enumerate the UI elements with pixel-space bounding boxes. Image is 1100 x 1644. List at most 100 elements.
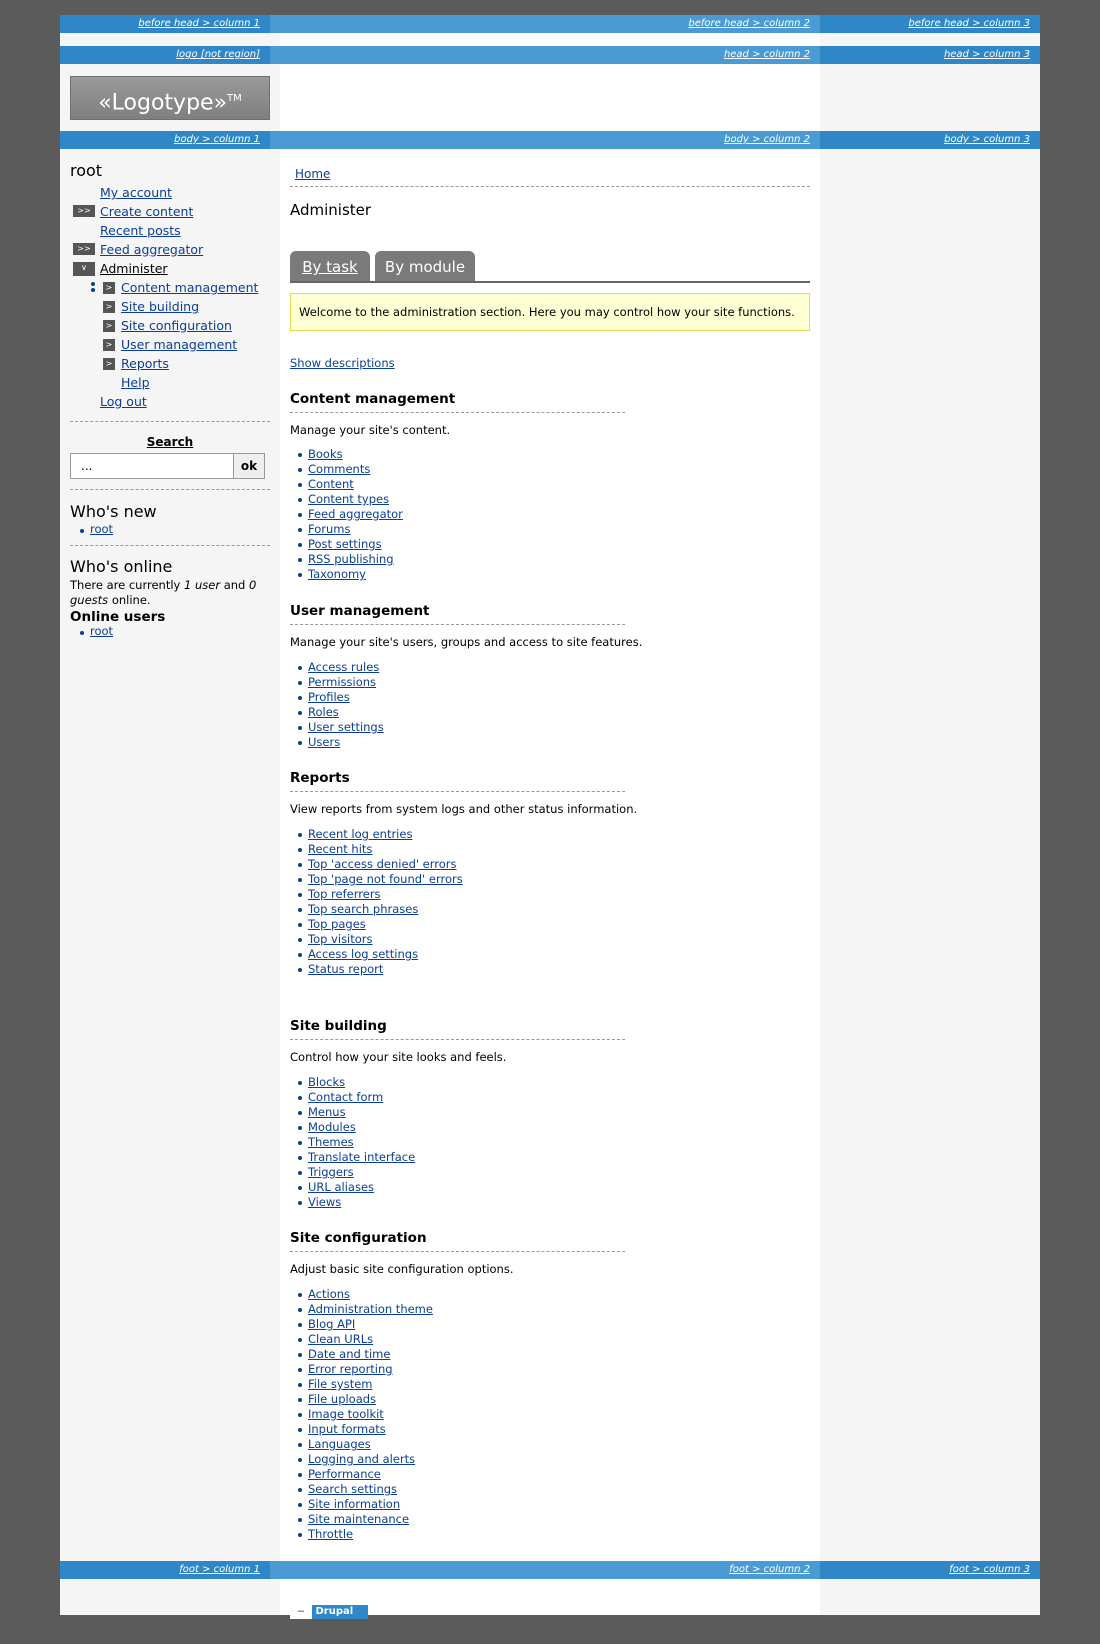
- menu-content-management[interactable]: Content management: [121, 280, 258, 295]
- admin-link[interactable]: Recent hits: [308, 842, 372, 856]
- bar-label[interactable]: before head > column 1: [138, 18, 260, 29]
- whos-new-title: Who's new: [70, 502, 157, 521]
- admin-link[interactable]: Comments: [308, 462, 370, 476]
- admin-link[interactable]: Languages: [308, 1437, 371, 1451]
- admin-link[interactable]: File system: [308, 1377, 372, 1391]
- bar-label[interactable]: body > column 3: [944, 134, 1030, 145]
- menu-my-account[interactable]: My account: [100, 185, 172, 200]
- logotype[interactable]: «Logotype»TM: [70, 76, 270, 120]
- admin-link[interactable]: Permissions: [308, 675, 376, 689]
- admin-link[interactable]: Views: [308, 1195, 341, 1209]
- admin-link[interactable]: Forums: [308, 522, 350, 536]
- search-input[interactable]: ...: [70, 453, 234, 479]
- admin-link[interactable]: Post settings: [308, 537, 382, 551]
- admin-link[interactable]: Site maintenance: [308, 1512, 409, 1526]
- before-head-bar-3: before head > column 3: [820, 15, 1040, 33]
- menu-user-management[interactable]: User management: [121, 337, 237, 352]
- bar-label[interactable]: foot > column 1: [179, 1564, 260, 1575]
- admin-link[interactable]: Blog API: [308, 1317, 355, 1331]
- admin-link[interactable]: Themes: [308, 1135, 354, 1149]
- admin-link[interactable]: Triggers: [308, 1165, 354, 1179]
- menu-log-out[interactable]: Log out: [100, 394, 147, 409]
- admin-link[interactable]: Top pages: [308, 917, 366, 931]
- divider: [70, 421, 270, 422]
- admin-link[interactable]: Access log settings: [308, 947, 418, 961]
- admin-link[interactable]: Actions: [308, 1287, 350, 1301]
- menu-feed-aggregator[interactable]: Feed aggregator: [100, 242, 203, 257]
- expand-icon[interactable]: >>: [73, 243, 95, 255]
- admin-link[interactable]: Feed aggregator: [308, 507, 403, 521]
- menu-recent-posts[interactable]: Recent posts: [100, 223, 181, 238]
- body-bar-1: body > column 1: [60, 131, 270, 149]
- admin-link[interactable]: Content: [308, 477, 354, 491]
- breadcrumb[interactable]: Home: [295, 167, 330, 181]
- bar-label[interactable]: head > column 3: [944, 49, 1030, 60]
- admin-link[interactable]: Menus: [308, 1105, 346, 1119]
- list-item: Top pages: [298, 917, 463, 932]
- admin-link[interactable]: Modules: [308, 1120, 356, 1134]
- online-guests-count: 0: [249, 578, 257, 592]
- admin-link[interactable]: Performance: [308, 1467, 381, 1481]
- list-item: Users: [298, 735, 384, 750]
- section-title: User management: [290, 603, 430, 619]
- expand-icon[interactable]: >>: [73, 205, 95, 217]
- admin-link[interactable]: Blocks: [308, 1075, 345, 1089]
- admin-link[interactable]: Content types: [308, 492, 389, 506]
- bullet: [80, 529, 84, 533]
- online-user[interactable]: root: [90, 624, 113, 638]
- admin-link[interactable]: Logging and alerts: [308, 1452, 415, 1466]
- menu-reports[interactable]: Reports: [121, 356, 169, 371]
- collapse-icon[interactable]: ∨: [73, 262, 95, 276]
- admin-link[interactable]: Search settings: [308, 1482, 397, 1496]
- admin-link[interactable]: Users: [308, 735, 340, 749]
- admin-link[interactable]: Taxonomy: [308, 567, 366, 581]
- admin-link[interactable]: Input formats: [308, 1422, 386, 1436]
- admin-link[interactable]: User settings: [308, 720, 384, 734]
- admin-link[interactable]: Top 'access denied' errors: [308, 857, 457, 871]
- admin-link[interactable]: Status report: [308, 962, 383, 976]
- menu-administer[interactable]: Administer: [100, 261, 168, 276]
- expand-icon[interactable]: >: [103, 320, 115, 332]
- admin-link[interactable]: Clean URLs: [308, 1332, 373, 1346]
- expand-icon[interactable]: >: [103, 301, 115, 313]
- expand-icon[interactable]: >: [103, 282, 115, 294]
- menu-create-content[interactable]: Create content: [100, 204, 193, 219]
- bar-label[interactable]: logo [not region]: [176, 49, 260, 60]
- bar-label[interactable]: foot > column 2: [729, 1564, 810, 1575]
- search-button[interactable]: ok: [233, 453, 265, 479]
- whos-new-user[interactable]: root: [90, 522, 113, 536]
- bar-label[interactable]: before head > column 3: [908, 18, 1030, 29]
- drupal-badge[interactable]: ~ Drupal: [290, 1605, 368, 1619]
- tab-by-module[interactable]: By module: [375, 251, 475, 281]
- admin-link[interactable]: Throttle: [308, 1527, 353, 1541]
- bar-label[interactable]: body > column 1: [174, 134, 260, 145]
- admin-link[interactable]: Error reporting: [308, 1362, 393, 1376]
- bar-label[interactable]: foot > column 3: [949, 1564, 1030, 1575]
- admin-link[interactable]: Top 'page not found' errors: [308, 872, 463, 886]
- admin-link[interactable]: Administration theme: [308, 1302, 433, 1316]
- admin-link[interactable]: Recent log entries: [308, 827, 412, 841]
- admin-link[interactable]: Top referrers: [308, 887, 381, 901]
- divider: [290, 1039, 625, 1040]
- admin-link[interactable]: Access rules: [308, 660, 379, 674]
- menu-site-configuration[interactable]: Site configuration: [121, 318, 232, 333]
- admin-link[interactable]: Translate interface: [308, 1150, 415, 1164]
- show-descriptions-link[interactable]: Show descriptions: [290, 356, 395, 370]
- admin-link[interactable]: File uploads: [308, 1392, 376, 1406]
- menu-help[interactable]: Help: [121, 375, 150, 390]
- expand-icon[interactable]: >: [103, 339, 115, 351]
- admin-link[interactable]: Roles: [308, 705, 339, 719]
- admin-link[interactable]: Top visitors: [308, 932, 373, 946]
- admin-link[interactable]: RSS publishing: [308, 552, 394, 566]
- tab-by-task[interactable]: By task: [290, 251, 370, 281]
- admin-link[interactable]: URL aliases: [308, 1180, 374, 1194]
- admin-link[interactable]: Site information: [308, 1497, 400, 1511]
- admin-link[interactable]: Contact form: [308, 1090, 383, 1104]
- admin-link[interactable]: Profiles: [308, 690, 350, 704]
- admin-link[interactable]: Date and time: [308, 1347, 390, 1361]
- admin-link[interactable]: Books: [308, 447, 343, 461]
- admin-link[interactable]: Image toolkit: [308, 1407, 384, 1421]
- menu-site-building[interactable]: Site building: [121, 299, 199, 314]
- admin-link[interactable]: Top search phrases: [308, 902, 418, 916]
- expand-icon[interactable]: >: [103, 358, 115, 370]
